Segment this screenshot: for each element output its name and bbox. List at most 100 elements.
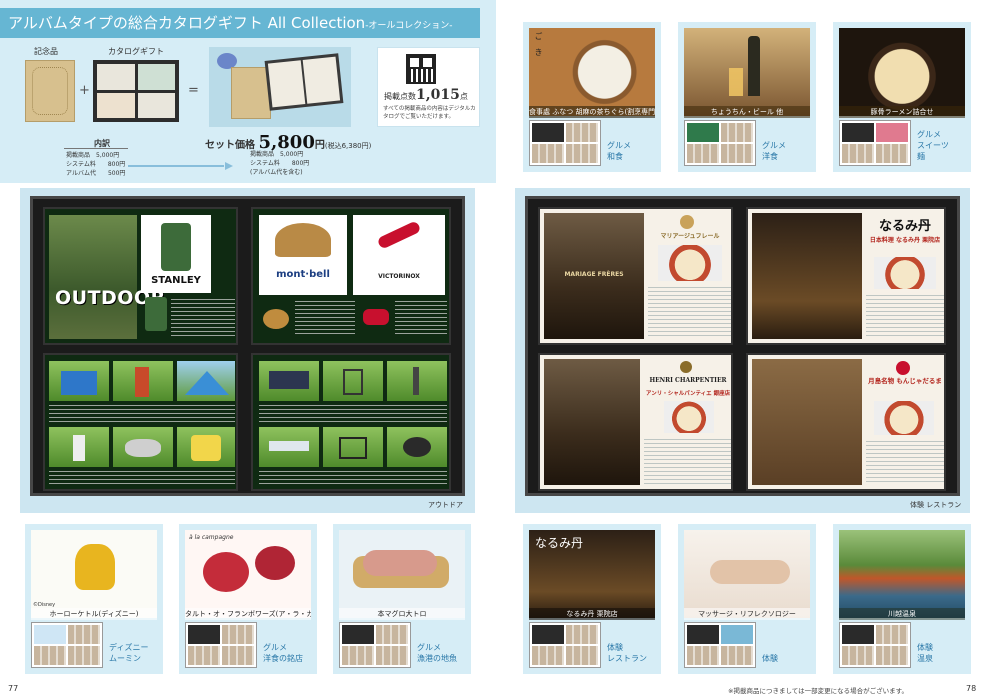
qr-code-icon[interactable] (406, 54, 436, 84)
tsukimi-title: 月島名物 もんじゃだるま (868, 377, 942, 385)
card-experience-restaurant[interactable]: なるみ丹 なるみ丹 栗院店 体験 レストラン (523, 524, 661, 674)
restaurant-photo (752, 213, 862, 339)
breakdown-label: アルバム代 (66, 170, 96, 177)
card-disney-kettle[interactable]: ©Disney ホーローケトル(ディズニー) ディズニー ムーミン (25, 524, 163, 674)
product-photo (113, 427, 173, 467)
lantern-icon (73, 435, 85, 461)
chair-icon (339, 437, 367, 459)
equals-symbol: = (188, 83, 199, 98)
naru-logo: なるみ丹 (878, 219, 931, 234)
card-category: 体験 (762, 654, 778, 663)
grill-icon (403, 437, 431, 457)
product-photo (49, 427, 109, 467)
bottle-icon (145, 297, 167, 331)
text-block (49, 405, 235, 423)
forest-photo (49, 215, 137, 339)
card-category: グルメ 漁港の地魚 (417, 643, 457, 663)
text-block (866, 441, 944, 485)
container-icon (191, 435, 221, 461)
breakdown-value: 5,000円 (96, 152, 120, 159)
text-block (49, 471, 235, 487)
card-catalog-thumb (31, 622, 103, 668)
product-photo (387, 427, 447, 467)
montbell-product: mont·bell (259, 215, 347, 295)
restaurant-category-label: 体験 レストラン (910, 501, 962, 509)
page-title-sub: -オールコレクション- (365, 21, 453, 31)
brand-mark: à la campagne (189, 534, 234, 541)
card-photo-label: ちょうちん・ビール 他 (684, 106, 810, 118)
catalog-spread-image (93, 60, 179, 122)
card-category: グルメ 洋食の銘店 (263, 643, 303, 663)
product-photo (259, 361, 319, 401)
breakdown-row: システム料 800円 (66, 160, 125, 169)
card-photo (839, 28, 965, 116)
outdoor-album[interactable]: OUTDOOR STANLEY mont·bell VICTORINOX (30, 196, 465, 496)
card-photo-label: 本マグロ大トロ (339, 608, 465, 620)
food-photo (658, 245, 722, 281)
tool-icon (413, 367, 419, 395)
arrow-right-icon (128, 162, 233, 170)
card-side-text: ご き (534, 32, 543, 56)
album-page: なるみ丹 日本料理 なるみ丹 栗院店 (746, 207, 946, 345)
food-photo (664, 401, 714, 433)
breakdown-row: アルバム代 500円 (66, 169, 125, 178)
page-title: アルバムタイプの総合カタログギフト All Collection-オールコレクシ… (0, 8, 480, 38)
card-western-tart[interactable]: à la campagne タルト・オ・フランボワーズ(ア・ラ・カンパーニュ) … (179, 524, 317, 674)
card-gourmet-japanese[interactable]: ご き 食事處 ふなつ 胡麻の茶ちぐら(割烹専門所) グルメ 和食 (523, 22, 661, 172)
set-price-label: セット価格 (205, 140, 255, 151)
product-photo (49, 361, 109, 401)
card-category: グルメ 和食 (607, 141, 631, 161)
product-photo (177, 427, 235, 467)
card-catalog-thumb (185, 622, 257, 668)
card-catalog-thumb (684, 120, 756, 166)
item-count-label: 掲載点数 (384, 92, 416, 101)
breakdown-value: 800円 (291, 160, 310, 167)
victorinox-product: VICTORINOX (353, 215, 445, 295)
page-number-left: 77 (8, 684, 19, 693)
card-photo-label: 食事處 ふなつ 胡麻の茶ちぐら(割烹専門所) (529, 106, 655, 118)
card-category: ディズニー ムーミン (109, 643, 149, 663)
page-title-main: アルバムタイプの総合カタログギフト All Collection (8, 14, 366, 32)
card-experience-massage[interactable]: マッサージ・リフレクソロジー 体験 (678, 524, 816, 674)
text-block (295, 301, 355, 337)
product-photo (177, 361, 235, 401)
restaurant-album[interactable]: MARIAGE FRÈRES マリアージュフレール なるみ丹 日本料理 なるみ丹… (525, 196, 960, 496)
card-fish-tuna[interactable]: 本マグロ大トロ グルメ 漁港の地魚 (333, 524, 471, 674)
brand-emblem-icon (680, 215, 694, 229)
hat-icon (263, 309, 289, 329)
tart-icon (203, 552, 249, 592)
card-gourmet-noodles[interactable]: 豚骨ラーメン詰合せ グルメ スイーツ 麺 (833, 22, 971, 172)
card-photo-label: マッサージ・リフレクソロジー (684, 608, 810, 620)
stanley-logo: STANLEY (151, 275, 201, 286)
product-photo (323, 427, 383, 467)
open-catalog-image (264, 53, 344, 111)
card-experience-onsen[interactable]: 川越温泉 体験 温泉 (833, 524, 971, 674)
breakdown-label: 掲載商品 (250, 151, 275, 158)
card-catalog-thumb (839, 622, 911, 668)
card-photo-label: 川越温泉 (839, 608, 965, 620)
food-photo (874, 401, 934, 435)
price-breakdown-row: (アルバム代を含む) (250, 168, 303, 177)
card-photo (339, 530, 465, 618)
album-page: mont·bell VICTORINOX (251, 207, 451, 345)
qr-note: すべての掲載商品の内容はデジタルカタログでご覧いただけます。 (383, 106, 476, 120)
card-catalog-thumb (339, 622, 411, 668)
card-category: グルメ スイーツ 麺 (917, 130, 949, 161)
naru-subtitle: 日本料理 なるみ丹 栗院店 (869, 237, 941, 244)
breakdown-underline (64, 148, 128, 149)
tuna-icon (363, 550, 437, 576)
cart-icon (343, 369, 363, 395)
album-page: HENRI CHARPENTIER アンリ・シャルパンティエ 銀座店 (538, 353, 733, 491)
bottle-icon (135, 367, 149, 397)
product-photo (387, 361, 447, 401)
text-block (259, 405, 447, 423)
card-gourmet-western[interactable]: ちょうちん・ビール 他 グルメ 洋食 (678, 22, 816, 172)
card-catalog-thumb (529, 120, 601, 166)
text-block (259, 471, 447, 487)
set-price-tax: (税込6,380円) (324, 142, 372, 150)
item-count-value: 1,015 (416, 87, 460, 103)
restaurant-photo (752, 359, 862, 485)
item-count: 掲載点数1,015点 (384, 87, 468, 103)
table-icon (269, 441, 309, 451)
product-photo (323, 361, 383, 401)
